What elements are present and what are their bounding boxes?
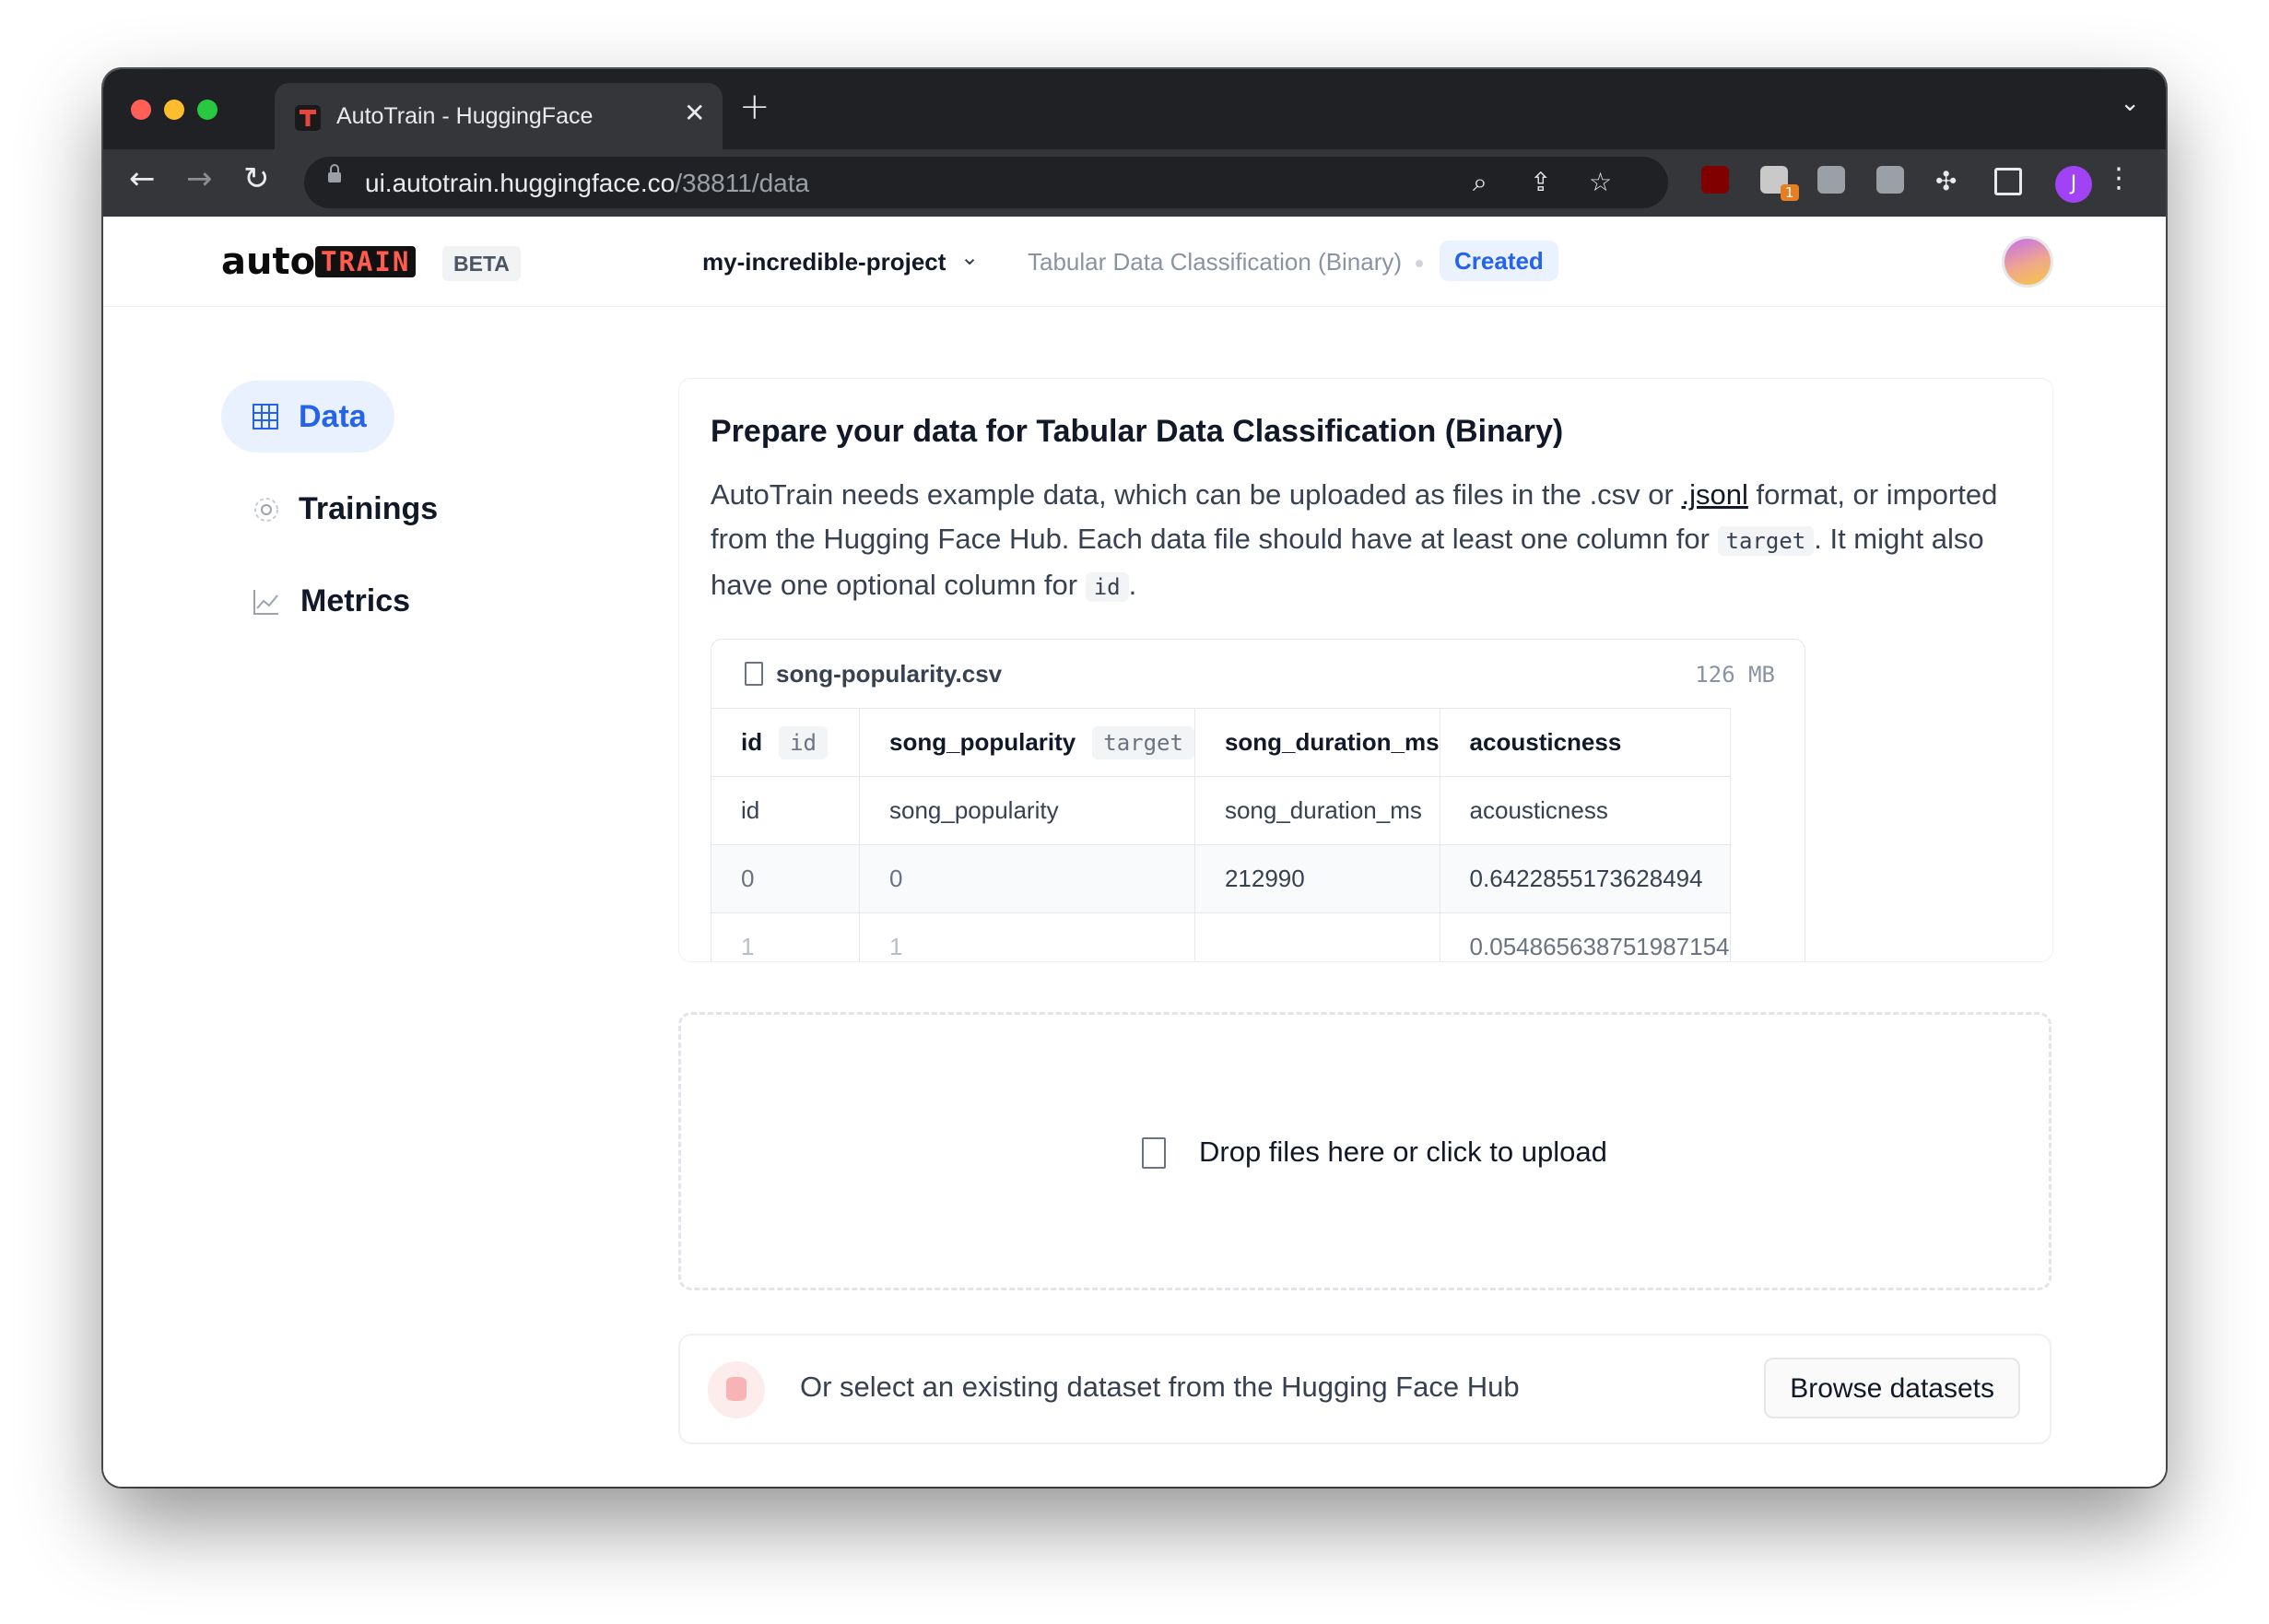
minimize-window-button[interactable]	[164, 100, 184, 120]
tab-bar: AutoTrain - HuggingFace ✕ + ⌄	[103, 69, 2166, 149]
task-type: Tabular Data Classification (Binary)	[1028, 248, 1403, 276]
column-role-chip: id	[779, 726, 829, 759]
file-preview: song-popularity.csv 126 MB id id song_pop…	[711, 639, 1805, 961]
beta-badge: BETA	[442, 246, 521, 281]
tab-title: AutoTrain - HuggingFace	[336, 103, 594, 129]
table-cell: 1	[711, 912, 860, 961]
prepare-data-card: Prepare your data for Tabular Data Class…	[678, 378, 2053, 962]
dropzone-text: Drop files here or click to upload	[1199, 1136, 1607, 1168]
file-name: song-popularity.csv	[776, 660, 1003, 688]
back-arrow-icon[interactable]: ←	[129, 160, 156, 197]
file-size: 126 MB	[1695, 662, 1775, 688]
status-badge: Created	[1440, 241, 1558, 281]
chart-icon	[253, 590, 278, 615]
table-row: 1 1 0.054865638751987154	[711, 912, 1731, 961]
puzzle-extensions-icon[interactable]: ✣	[1935, 166, 1957, 196]
column-header: id id	[711, 708, 860, 777]
zoom-search-icon[interactable]: ⌕	[1473, 167, 1487, 198]
table-cell	[1194, 912, 1440, 961]
lock-icon	[328, 164, 341, 182]
ublock-extension-icon[interactable]	[1701, 166, 1729, 194]
project-selector[interactable]: my-incredible-project	[702, 248, 946, 277]
sidebar-item-trainings[interactable]: Trainings	[221, 473, 442, 545]
side-panel-icon[interactable]	[1994, 168, 2022, 195]
table-cell: id	[711, 776, 860, 845]
table-header-row: id id song_popularity target song_duration…	[711, 708, 1731, 777]
table-cell: 0	[859, 844, 1195, 913]
hub-dataset-row: Or select an existing dataset from the H…	[678, 1334, 2052, 1444]
page-content: auto TRAIN BETA my-incredible-project ⌄ …	[103, 217, 2166, 1487]
database-icon	[708, 1361, 765, 1418]
card-description: AutoTrain needs example data, which can …	[711, 478, 1998, 602]
url-text: ui.autotrain.huggingface.co/38811/data	[365, 169, 810, 197]
grid-icon	[253, 404, 278, 430]
table-row: 0 0 212990 0.6422855173628494	[711, 844, 1731, 913]
column-header: song_popularity target	[859, 708, 1195, 777]
s-extension-icon[interactable]	[1817, 166, 1845, 194]
spinner-icon	[254, 498, 278, 522]
table-cell: 0	[711, 844, 860, 913]
bookmark-star-icon[interactable]: ☆	[1589, 167, 1612, 197]
column-header: acousticness	[1440, 708, 1731, 777]
new-tab-icon[interactable]: +	[739, 86, 770, 128]
table-row: id song_popularity song_duration_ms acou…	[711, 776, 1731, 845]
sidebar-item-label: Trainings	[299, 491, 439, 526]
address-bar[interactable]: ui.autotrain.huggingface.co/38811/data ⌕…	[304, 157, 1668, 208]
file-icon	[1142, 1137, 1166, 1169]
file-dropzone[interactable]: Drop files here or click to upload	[678, 1012, 2052, 1290]
data-preview-table: id id song_popularity target song_duration…	[711, 708, 1731, 961]
column-role-chip: target	[1092, 726, 1194, 759]
browser-toolbar: ← → ↻ ui.autotrain.huggingface.co/38811/…	[103, 149, 2166, 217]
chevron-down-icon[interactable]: ⌄	[960, 244, 979, 271]
sidebar-item-data[interactable]: Data	[221, 381, 394, 453]
table-cell: 0.054865638751987154	[1440, 912, 1731, 961]
tab-close-icon[interactable]: ✕	[684, 98, 705, 128]
user-avatar[interactable]	[2004, 239, 2051, 285]
sidebar-item-metrics[interactable]: Metrics	[221, 565, 424, 637]
table-cell: song_popularity	[859, 776, 1195, 845]
menu-kebab-icon[interactable]: ⋮	[2105, 162, 2133, 194]
table-cell: acousticness	[1440, 776, 1731, 845]
close-window-button[interactable]	[131, 100, 151, 120]
table-cell: 212990	[1194, 844, 1440, 913]
id-code: id	[1085, 572, 1129, 602]
table-cell: 1	[859, 912, 1195, 961]
zoom-window-button[interactable]	[197, 100, 217, 120]
target-code: target	[1717, 526, 1815, 556]
jsonl-link[interactable]: .jsonl	[1681, 478, 1747, 511]
file-icon	[745, 662, 763, 686]
share-icon[interactable]: ⇪	[1530, 167, 1551, 197]
logo-auto[interactable]: auto	[221, 241, 315, 283]
browser-tab[interactable]: AutoTrain - HuggingFace ✕	[275, 83, 723, 149]
browser-window: AutoTrain - HuggingFace ✕ + ⌄ ← → ↻ ui.a…	[103, 69, 2166, 1487]
hub-text: Or select an existing dataset from the H…	[800, 1371, 1520, 1403]
table-cell: 0.6422855173628494	[1440, 844, 1731, 913]
autotrain-favicon-icon	[295, 105, 321, 131]
browse-datasets-button[interactable]: Browse datasets	[1764, 1358, 2020, 1418]
reload-icon[interactable]: ↻	[243, 160, 270, 197]
forward-arrow-icon[interactable]: →	[186, 160, 213, 197]
h-extension-icon[interactable]	[1876, 166, 1904, 194]
extension-badge: 1	[1781, 184, 1799, 201]
table-cell: song_duration_ms	[1194, 776, 1440, 845]
logo-train[interactable]: TRAIN	[315, 246, 417, 277]
column-header: song_duration_ms	[1194, 708, 1440, 777]
tab-search-chevron-icon[interactable]: ⌄	[2120, 89, 2140, 117]
sidebar-item-label: Metrics	[300, 583, 411, 618]
separator-dot	[1416, 260, 1423, 267]
profile-avatar[interactable]: J	[2055, 166, 2092, 203]
card-title: Prepare your data for Tabular Data Class…	[711, 414, 1564, 449]
sidebar-item-label: Data	[299, 399, 367, 434]
app-header: auto TRAIN BETA my-incredible-project ⌄ …	[103, 217, 2166, 307]
